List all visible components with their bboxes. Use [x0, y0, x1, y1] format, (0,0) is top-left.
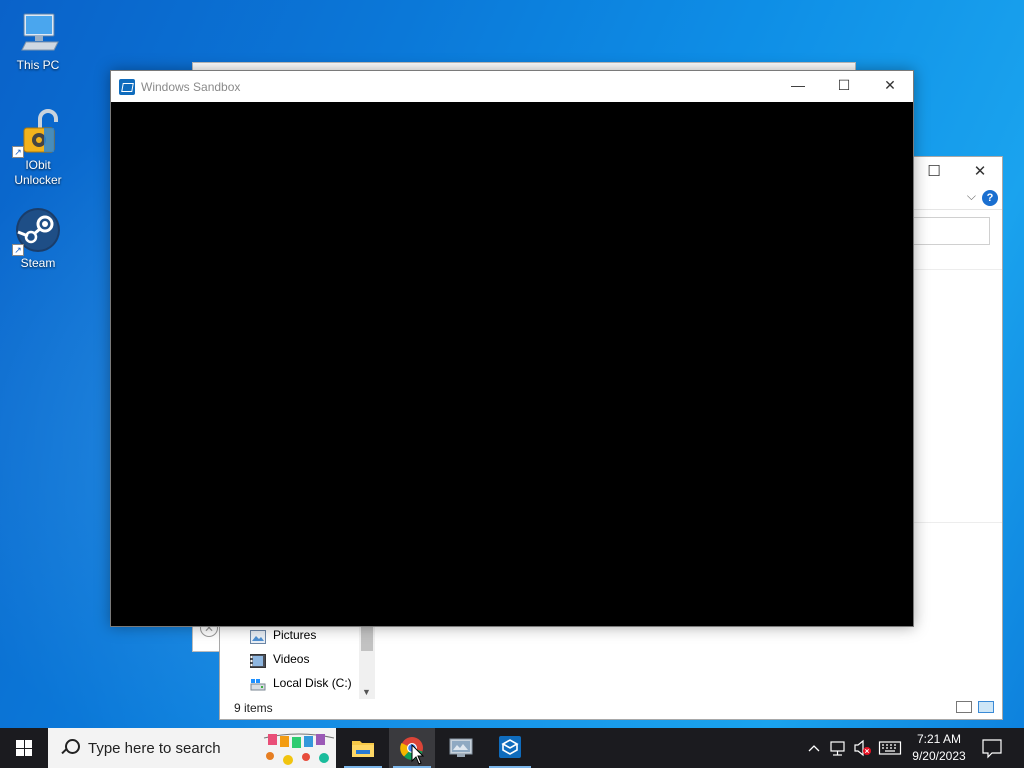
search-icon — [60, 739, 80, 757]
clock-time: 7:21 AM — [916, 732, 962, 746]
scroll-down-arrow-icon[interactable]: ▼ — [362, 687, 371, 697]
taskbar-search-box[interactable]: Type here to search — [48, 728, 336, 768]
desktop-icon-label: This PC — [16, 58, 60, 72]
view-toggle — [956, 701, 994, 713]
desktop-icon-steam[interactable]: ↗ Steam — [2, 206, 74, 271]
file-explorer-icon — [352, 741, 374, 757]
notification-icon — [982, 739, 1002, 759]
keyboard-icon — [878, 741, 902, 755]
help-icon[interactable]: ? — [982, 190, 998, 206]
search-input[interactable] — [904, 217, 990, 245]
windows-sandbox-window[interactable]: Windows Sandbox — ☐ ✕ — [110, 70, 914, 627]
scrollbar-thumb[interactable] — [361, 623, 373, 651]
taskbar-app-vm[interactable] — [438, 728, 484, 768]
sandbox-content-area[interactable] — [111, 102, 913, 626]
touch-keyboard-button[interactable] — [878, 728, 902, 768]
nav-item-label: Local Disk (C:) — [273, 676, 352, 690]
mouse-cursor-icon — [411, 744, 425, 765]
minimize-button[interactable]: — — [775, 71, 821, 102]
videos-folder-icon — [250, 652, 266, 668]
shortcut-arrow-icon: ↗ — [12, 146, 24, 158]
close-button[interactable]: ✕ — [968, 163, 992, 181]
search-placeholder: Type here to search — [88, 739, 221, 757]
close-button[interactable]: ✕ — [867, 71, 913, 102]
steam-icon: ↗ — [12, 206, 62, 256]
network-button[interactable] — [828, 728, 848, 768]
show-hidden-icons-button[interactable] — [806, 728, 822, 768]
network-icon — [830, 741, 845, 756]
maximize-button[interactable]: ☐ — [821, 71, 867, 102]
windows-logo-icon — [16, 740, 32, 756]
local-disk-icon — [250, 676, 266, 691]
desktop-icon-iobit-unlocker[interactable]: ↗ IObit Unlocker — [2, 108, 74, 188]
maximize-button[interactable]: ☐ — [922, 163, 946, 181]
clock-date: 9/20/2023 — [912, 749, 966, 763]
windows-sandbox-icon — [119, 78, 135, 95]
start-button[interactable] — [0, 728, 48, 768]
taskbar: Type here to search 7:21 AM 9/20/2023 — [0, 728, 1024, 768]
system-clock[interactable]: 7:21 AM 9/20/2023 — [906, 731, 972, 765]
window-title: Windows Sandbox — [141, 79, 241, 94]
large-icons-view-icon[interactable] — [978, 701, 994, 713]
computer-icon — [14, 8, 62, 56]
shortcut-arrow-icon: ↗ — [12, 244, 24, 256]
desktop-icon-label: Steam — [20, 256, 56, 270]
pictures-folder-icon — [250, 628, 266, 644]
status-item-count: 9 items — [234, 701, 273, 715]
desktop-icon-this-pc[interactable]: This PC — [2, 8, 74, 73]
search-highlight-icon — [263, 733, 335, 765]
ribbon-expand-chevron-icon[interactable]: ⌵ — [967, 189, 976, 204]
taskbar-app-windows-sandbox[interactable] — [487, 728, 533, 768]
vm-app-icon — [449, 738, 473, 757]
taskbar-app-file-explorer[interactable] — [340, 728, 386, 768]
windows-sandbox-icon — [499, 736, 521, 758]
nav-item-label: Videos — [273, 652, 310, 666]
volume-button[interactable] — [852, 728, 874, 768]
sandbox-titlebar[interactable]: Windows Sandbox — ☐ ✕ — [111, 71, 913, 102]
chevron-up-icon — [808, 745, 820, 752]
action-center-button[interactable] — [980, 728, 1004, 768]
nav-scrollbar[interactable]: ▼ — [359, 623, 375, 699]
volume-muted-icon — [854, 739, 871, 757]
details-view-icon[interactable] — [956, 701, 972, 713]
iobit-unlocker-icon: ↗ — [12, 108, 62, 158]
details-pane-divider — [910, 522, 1002, 523]
desktop-icon-label: IObit Unlocker — [14, 158, 62, 187]
